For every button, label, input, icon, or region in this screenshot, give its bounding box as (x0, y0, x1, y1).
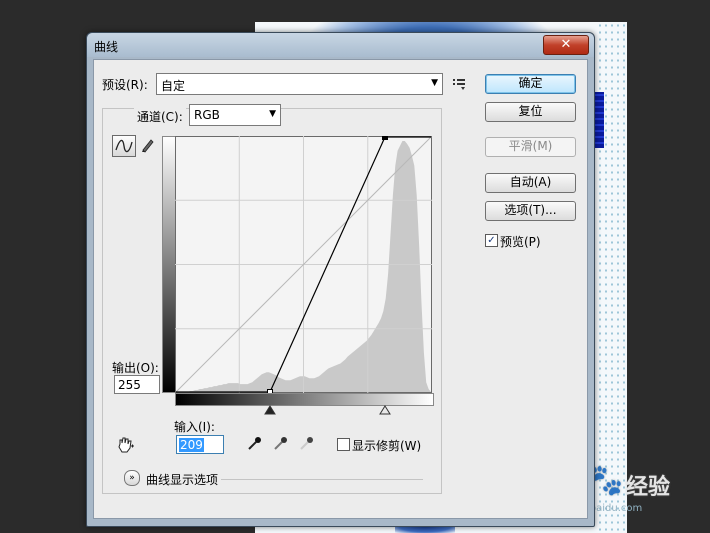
output-label: 输出(O): (112, 361, 159, 375)
ok-button[interactable]: 确定 (485, 74, 576, 94)
pencil-icon[interactable] (140, 137, 156, 153)
eyedropper-gray-icon[interactable] (272, 434, 290, 452)
show-clipping-label: 显示修剪(W) (352, 439, 422, 453)
curve-icon (115, 139, 133, 153)
close-icon: ✕ (560, 37, 572, 52)
title-bar[interactable]: 曲线 ✕ (87, 33, 594, 57)
divider (221, 479, 423, 480)
chevron-down-icon: » (129, 473, 135, 483)
dialog-client-area: 预设(R): 自定 ▼ 确定 复位 平滑(M) 自动(A) 选项(T)... ✓… (93, 59, 588, 519)
show-clipping-checkbox[interactable] (337, 438, 350, 451)
preset-dropdown[interactable]: 自定 ▼ (156, 73, 443, 95)
channel-label: 通道(C): (134, 108, 186, 125)
input-value: 209 (179, 438, 204, 452)
channel-dropdown[interactable]: RGB ▼ (189, 104, 281, 126)
preview-label: 预览(P) (500, 235, 541, 249)
output-gradient-bar (162, 136, 176, 393)
curve-graph[interactable] (175, 136, 432, 393)
preview-checkbox[interactable]: ✓ (485, 234, 498, 247)
chevron-down-icon: ▼ (269, 109, 276, 119)
black-point-slider[interactable] (264, 405, 276, 415)
hand-icon[interactable] (116, 436, 136, 454)
preset-label: 预设(R): (102, 78, 148, 92)
input-sliders[interactable] (175, 404, 432, 418)
eyedropper-white-icon[interactable] (298, 434, 316, 452)
auto-button[interactable]: 自动(A) (485, 173, 576, 193)
smooth-button[interactable]: 平滑(M) (485, 137, 576, 157)
channel-value: RGB (194, 108, 220, 122)
input-field[interactable]: 209 (176, 435, 224, 454)
close-button[interactable]: ✕ (543, 35, 589, 55)
watermark-logo-text: 经验 (626, 475, 671, 500)
input-label: 输入(I): (174, 420, 215, 434)
output-field[interactable]: 255 (114, 375, 160, 394)
eyedropper-black-icon[interactable] (246, 434, 264, 452)
output-value: 255 (118, 378, 141, 392)
preset-value: 自定 (161, 79, 186, 93)
expand-options-button[interactable]: » (124, 470, 140, 486)
menu-icon[interactable] (452, 77, 468, 91)
curve-point (382, 136, 388, 140)
chevron-down-icon: ▼ (431, 78, 438, 88)
curve-tool-button[interactable] (112, 135, 136, 157)
curves-dialog: 曲线 ✕ 预设(R): 自定 ▼ 确定 复位 平滑(M) 自动(A) 选项(T)… (86, 32, 595, 527)
reset-button[interactable]: 复位 (485, 102, 576, 122)
options-button[interactable]: 选项(T)... (485, 201, 576, 221)
curve-display-options-label: 曲线显示选项 (146, 473, 219, 487)
white-point-slider[interactable] (379, 405, 391, 415)
dialog-title: 曲线 (94, 40, 119, 54)
